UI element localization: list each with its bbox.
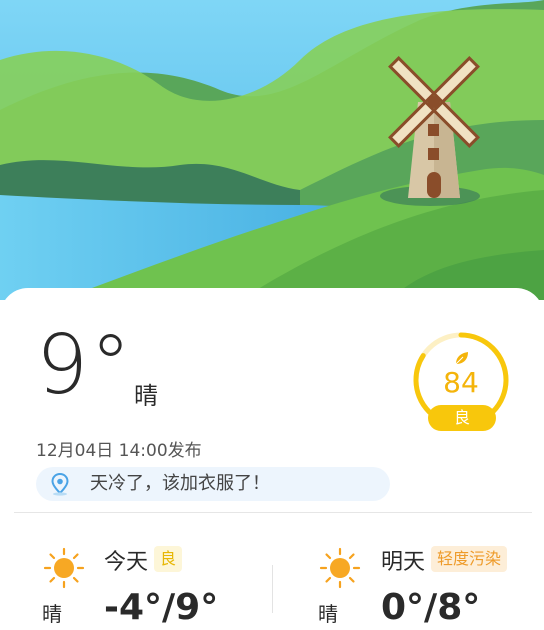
aqi-level-badge: 良 [428, 405, 496, 431]
sun-icon [43, 547, 85, 589]
location-pin-icon [51, 472, 69, 496]
forecast-temp-range: -4°/9° [104, 587, 219, 628]
current-condition: 晴 [134, 382, 158, 410]
forecast-divider [272, 565, 273, 613]
current-temperature: 9° [36, 318, 134, 413]
forecast-temp-range: 0°/8° [381, 587, 481, 628]
forecast-day-label: 明天 [381, 550, 426, 575]
leaf-icon [455, 352, 468, 365]
forecast-condition: 晴 [42, 602, 62, 626]
clothing-tip-bar[interactable]: 天冷了，该加衣服了！ [36, 467, 390, 501]
clothing-tip-text: 天冷了，该加衣服了！ [90, 473, 270, 494]
aqi-tag: 良 [154, 546, 183, 572]
aqi-value: 84 [443, 366, 479, 399]
forecast-condition: 晴 [318, 602, 338, 626]
forecast-day-label: 今天 [104, 550, 149, 575]
sun-icon [319, 547, 361, 589]
windmill-icon [388, 56, 480, 198]
aqi-tag: 轻度污染 [431, 546, 508, 572]
publish-time: 12月04日 14:00发布 [36, 441, 202, 461]
section-divider [14, 512, 532, 513]
